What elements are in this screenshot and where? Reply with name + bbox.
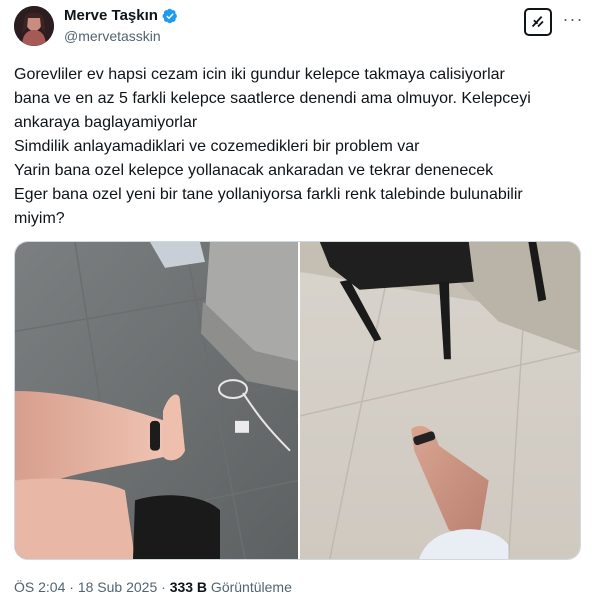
verified-badge-icon[interactable] [162, 8, 178, 24]
author-display-name[interactable]: Merve Taşkın [64, 7, 178, 25]
tweet-line: Simdilik anlayamadiklari ve cozemedikler… [14, 138, 420, 155]
tweet-line: Gorevliler ev hapsi cezam icin iki gundu… [14, 66, 505, 83]
tweet-line: Yarin bana ozel kelepce yollanacak ankar… [14, 162, 494, 179]
photo-1[interactable] [15, 242, 298, 559]
tweet-line: Eger bana ozel yeni bir tane yollaniyors… [14, 186, 523, 203]
tweet-header: Merve Taşkın @mervetasskin ··· [14, 6, 586, 50]
tweet-text: Gorevliler ev hapsi cezam icin iki gundu… [14, 63, 574, 231]
more-horizontal-icon[interactable]: ··· [562, 10, 584, 32]
tweet-line: miyim? [14, 210, 65, 227]
avatar[interactable] [14, 6, 54, 46]
author-names: Merve Taşkın @mervetasskin [64, 7, 178, 45]
photo-2[interactable] [300, 242, 580, 559]
tweet-line: bana ve en az 5 farkli kelepce saatlerce… [14, 90, 531, 107]
author-handle[interactable]: @mervetasskin [64, 27, 178, 45]
grok-icon[interactable] [524, 8, 552, 36]
tweet-media [14, 241, 581, 560]
author-name-text[interactable]: Merve Taşkın [64, 7, 158, 25]
tweet-line: ankaraya baglayamiyorlar [14, 114, 198, 131]
